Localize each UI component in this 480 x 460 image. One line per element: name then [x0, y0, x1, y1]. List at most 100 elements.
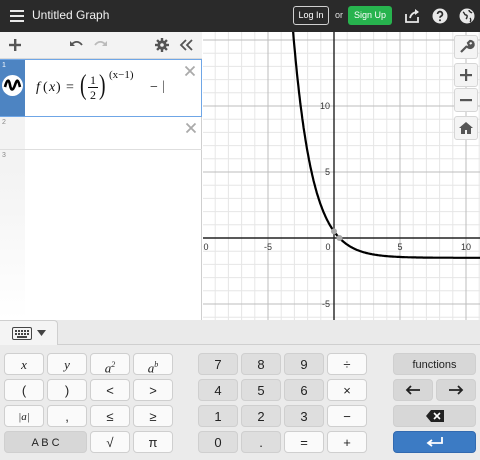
key-3[interactable]: 3	[284, 405, 324, 427]
share-icon[interactable]	[402, 6, 422, 26]
undo-icon[interactable]	[68, 37, 84, 53]
key-open-paren[interactable]: (	[4, 379, 44, 401]
key-greater-than[interactable]: >	[133, 379, 173, 401]
key-decimal[interactable]: .	[241, 431, 281, 453]
key-a-power-b[interactable]: ab	[133, 353, 173, 375]
expression-number: 1	[2, 62, 6, 69]
gutter-fade	[0, 170, 25, 320]
key-close-paren[interactable]: )	[47, 379, 87, 401]
grid-minor	[203, 32, 480, 320]
functions-button[interactable]: functions	[393, 353, 476, 375]
key-4[interactable]: 4	[198, 379, 238, 401]
key-7[interactable]: 7	[198, 353, 238, 375]
delete-expression-icon[interactable]	[184, 65, 196, 77]
home-button[interactable]	[454, 116, 478, 140]
key-y[interactable]: y	[47, 353, 87, 375]
grid-major	[203, 32, 480, 320]
key-minus[interactable]: −	[327, 405, 367, 427]
text-cursor: |	[162, 79, 165, 94]
graph-paper[interactable]: -10 -5 0 5 10 10 5 -5	[203, 32, 480, 320]
key-pi[interactable]: π	[133, 431, 173, 453]
x-tick-label: 10	[461, 242, 471, 252]
expression-list: 1 f ( x ) = ( 1 2 ) (x−1) − | 2 3	[0, 32, 202, 320]
home-icon	[459, 122, 473, 134]
key-enter[interactable]	[393, 431, 476, 453]
expression-gutter: 3	[0, 150, 25, 170]
key-cursor-left[interactable]	[393, 379, 433, 401]
big-paren-close: )	[99, 70, 106, 101]
function-curve[interactable]	[292, 32, 480, 259]
x-tick-label: -5	[264, 242, 272, 252]
key-0[interactable]: 0	[198, 431, 238, 453]
zoom-in-icon	[460, 69, 472, 81]
key-less-equal[interactable]: ≤	[90, 405, 130, 427]
key-5[interactable]: 5	[241, 379, 281, 401]
x-tick-label: 0	[325, 242, 330, 252]
variable-x: x	[49, 80, 56, 95]
key-multiply[interactable]: ×	[327, 379, 367, 401]
zoom-in-button[interactable]	[454, 63, 478, 87]
key-a-squared[interactable]: a2	[90, 353, 130, 375]
key-a-power-b-exp: b	[154, 360, 159, 369]
key-less-than[interactable]: <	[90, 379, 130, 401]
signup-button[interactable]: Sign Up	[348, 6, 392, 25]
sine-wave-icon[interactable]	[2, 75, 23, 96]
arrow-left-icon	[405, 385, 420, 395]
y-intercept-point[interactable]	[331, 228, 337, 235]
key-1[interactable]: 1	[198, 405, 238, 427]
zoom-out-button[interactable]	[454, 88, 478, 112]
key-equals[interactable]: =	[284, 431, 324, 453]
axes	[203, 32, 480, 320]
key-8[interactable]: 8	[241, 353, 281, 375]
key-x[interactable]: x	[4, 353, 44, 375]
help-icon[interactable]	[430, 6, 450, 26]
backspace-icon	[425, 410, 444, 422]
expression-gutter: 1	[0, 60, 25, 116]
key-abc[interactable]: A B C	[4, 431, 87, 453]
key-cursor-right[interactable]	[436, 379, 476, 401]
key-6[interactable]: 6	[284, 379, 324, 401]
zoom-out-icon	[460, 99, 472, 102]
key-2[interactable]: 2	[241, 405, 281, 427]
keypad: x y a2 ab ( ) < > |a| , ≤ ≥ A B C √ π 7 …	[0, 320, 480, 460]
key-sqrt[interactable]: √	[90, 431, 130, 453]
delete-expression-icon[interactable]	[185, 122, 197, 134]
expression-row-2[interactable]: 2	[0, 117, 202, 150]
graph-title[interactable]: Untitled Graph	[32, 8, 109, 22]
collapse-panel-icon[interactable]	[178, 37, 194, 53]
graph-settings-button[interactable]	[454, 35, 478, 59]
minus-sign: −	[150, 80, 158, 95]
arrow-right-icon	[449, 385, 464, 395]
key-divide[interactable]: ÷	[327, 353, 367, 375]
key-plus[interactable]: +	[327, 431, 367, 453]
expression-row-1[interactable]: 1 f ( x ) = ( 1 2 ) (x−1) − |	[0, 59, 202, 117]
point-x-one[interactable]	[336, 235, 343, 241]
redo-icon[interactable]	[93, 37, 109, 53]
chevron-down-icon	[37, 330, 46, 336]
fraction-numerator: 1	[90, 73, 96, 87]
x-tick-label: -10	[203, 242, 209, 252]
add-icon[interactable]	[7, 37, 23, 53]
x-tick-label: 5	[397, 242, 402, 252]
key-greater-equal[interactable]: ≥	[133, 405, 173, 427]
key-comma[interactable]: ,	[47, 405, 87, 427]
expression-row-3[interactable]: 3	[0, 150, 202, 320]
top-bar: Untitled Graph Log In or Sign Up	[0, 0, 480, 32]
expression-math-field[interactable]: f ( x ) = ( 1 2 ) (x−1) − |	[36, 69, 186, 110]
expression-toolbar	[0, 32, 202, 59]
expression-number: 3	[2, 152, 6, 159]
exponent: (x−1)	[109, 69, 134, 81]
y-tick-label: 10	[320, 101, 330, 111]
function-name: f	[36, 80, 40, 95]
expression-number: 2	[2, 119, 6, 126]
graph-canvas[interactable]: -10 -5 0 5 10 10 5 -5	[203, 32, 480, 320]
menu-icon[interactable]	[7, 6, 27, 26]
key-backspace[interactable]	[393, 405, 476, 427]
key-absolute-value[interactable]: |a|	[4, 405, 44, 427]
paren-open: (	[43, 80, 48, 95]
login-button[interactable]: Log In	[293, 6, 329, 25]
gear-icon[interactable]	[154, 37, 170, 53]
key-9[interactable]: 9	[284, 353, 324, 375]
keyboard-toggle-button[interactable]	[0, 320, 58, 345]
globe-icon[interactable]	[457, 6, 477, 26]
